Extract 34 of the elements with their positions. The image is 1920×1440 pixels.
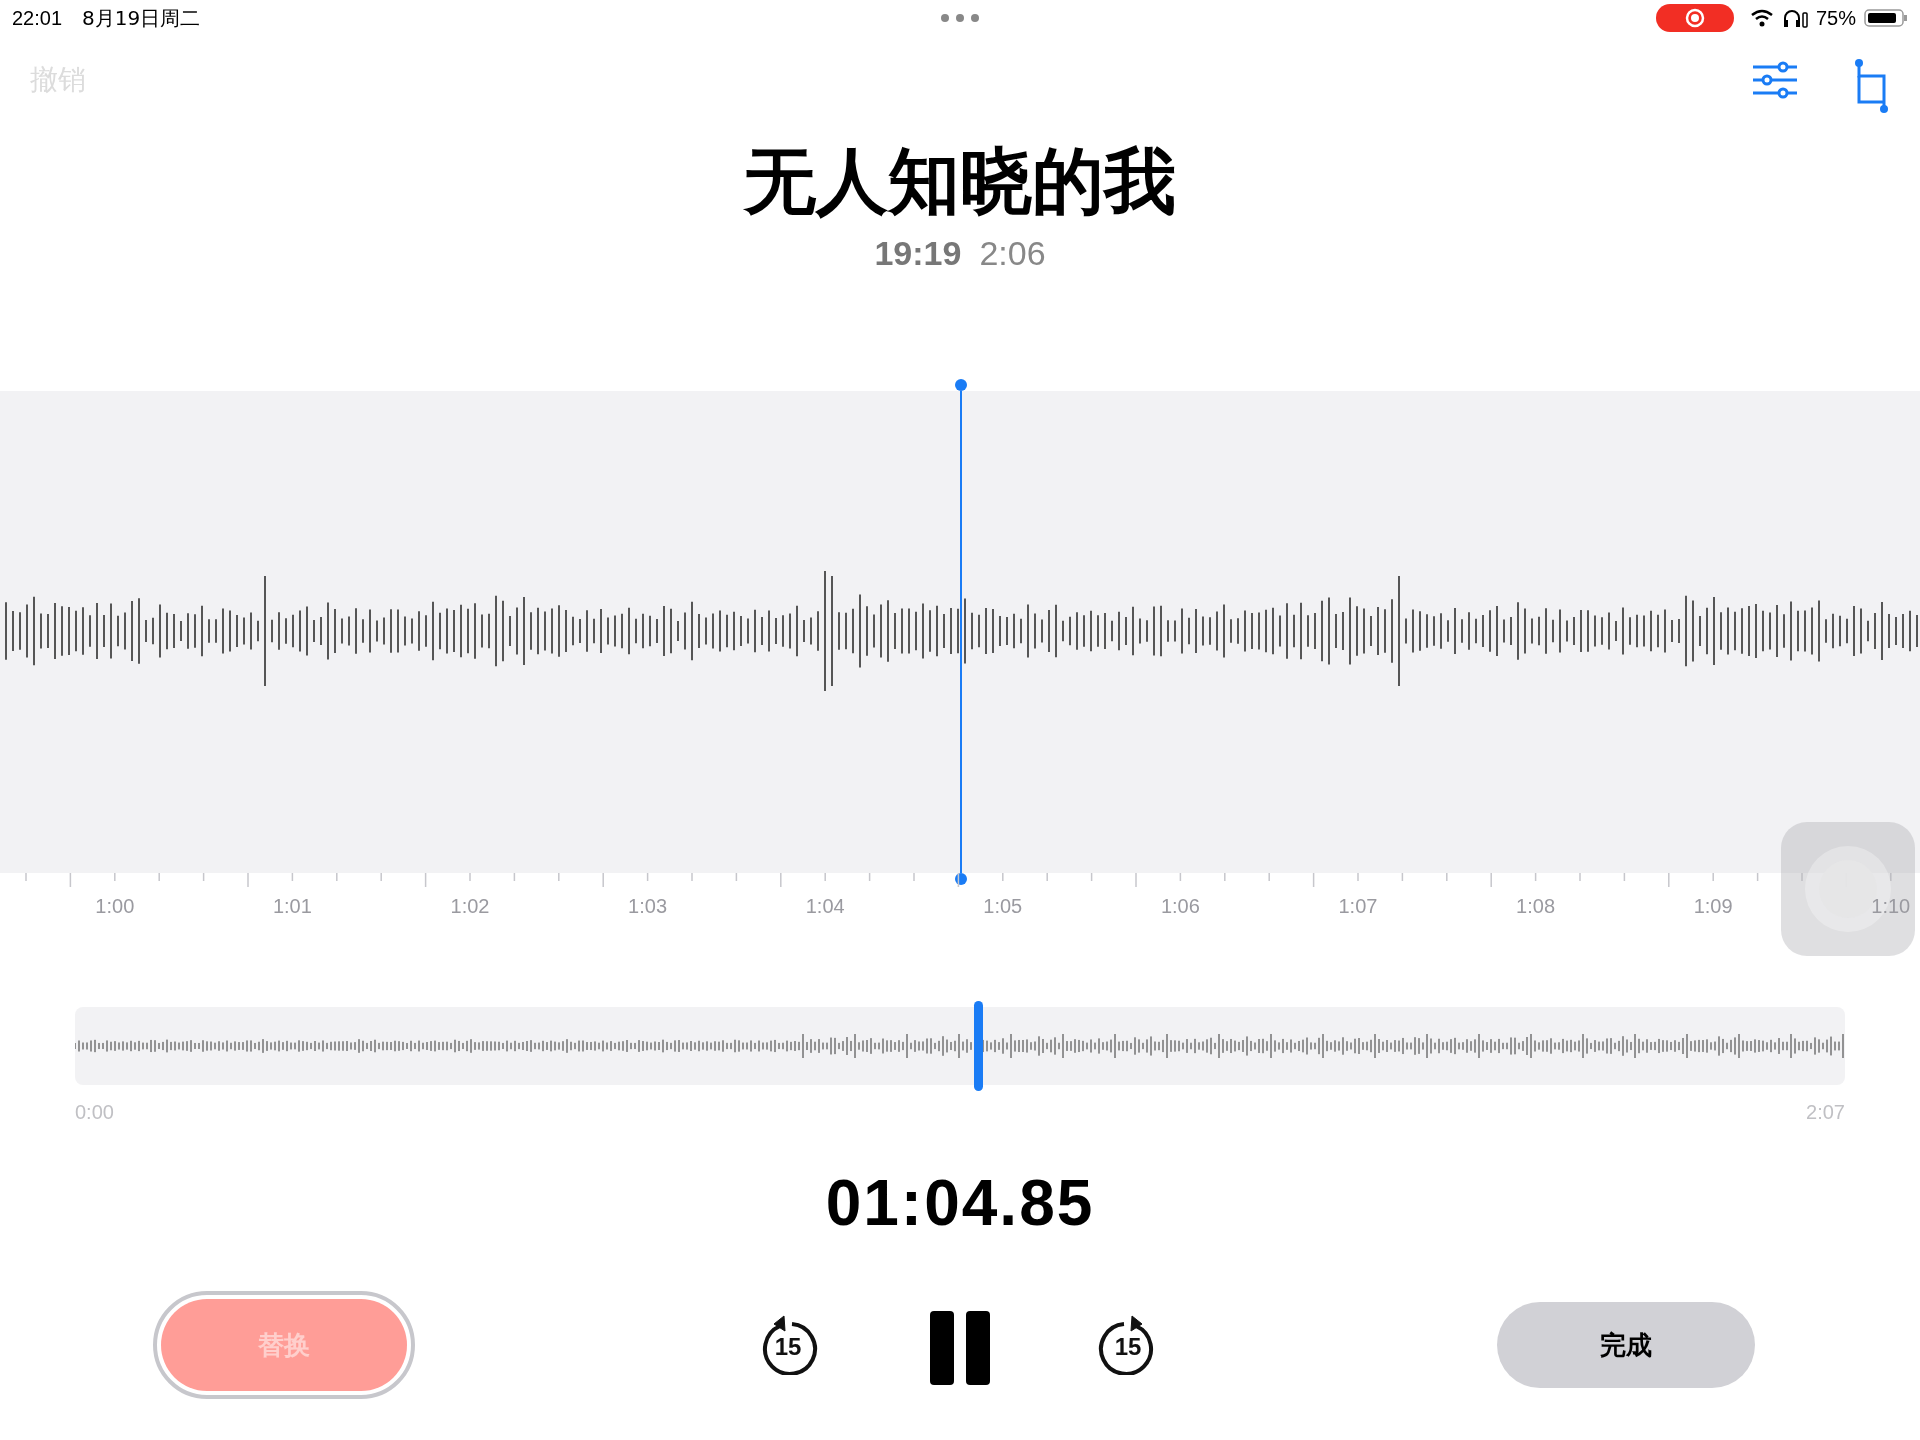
more-dots-icon xyxy=(940,13,980,23)
timeline-label: 1:05 xyxy=(983,894,1023,919)
timeline-label: 1:06 xyxy=(1160,894,1200,919)
timeline-label: 1:03 xyxy=(628,894,668,919)
recording-duration: 2:06 xyxy=(979,233,1046,274)
sliders-icon[interactable] xyxy=(1752,61,1798,99)
pause-button[interactable] xyxy=(930,1311,990,1385)
recording-time: 19:19 xyxy=(874,233,962,274)
playback-position: 01:04.85 xyxy=(825,1166,1095,1241)
status-time: 22:01 xyxy=(12,6,63,31)
timeline-label: 1:00 xyxy=(95,894,135,919)
status-date: 8月19日周二 xyxy=(82,5,201,32)
skip-forward-button[interactable]: 15 xyxy=(1098,1311,1158,1375)
skip-back-button[interactable]: 15 xyxy=(758,1311,818,1375)
timeline-label: 1:01 xyxy=(272,894,312,919)
battery-icon xyxy=(1864,8,1908,28)
timeline-label: 1:07 xyxy=(1338,894,1378,919)
recording-title: 无人知晓的我 xyxy=(744,138,1176,225)
timeline-label: 1:09 xyxy=(1693,894,1733,919)
timeline-label: 1:10 xyxy=(1871,894,1911,919)
timeline-label: 1:04 xyxy=(805,894,845,919)
timeline-label: 1:08 xyxy=(1516,894,1555,919)
overview-start-time: 0:00 xyxy=(75,1100,114,1125)
playhead[interactable] xyxy=(955,379,967,885)
overview-track[interactable] xyxy=(75,1007,1845,1085)
scrubber-handle[interactable] xyxy=(973,1001,983,1091)
headphones-icon xyxy=(1781,8,1808,28)
timeline-label: 1:02 xyxy=(450,894,490,919)
overview-end-time: 2:07 xyxy=(1806,1100,1845,1125)
crop-icon[interactable] xyxy=(1854,58,1890,114)
done-button[interactable]: 完成 xyxy=(1497,1302,1755,1388)
wifi-icon xyxy=(1749,9,1774,27)
recording-indicator[interactable] xyxy=(1655,4,1734,32)
battery-percent: 75% xyxy=(1815,6,1856,31)
